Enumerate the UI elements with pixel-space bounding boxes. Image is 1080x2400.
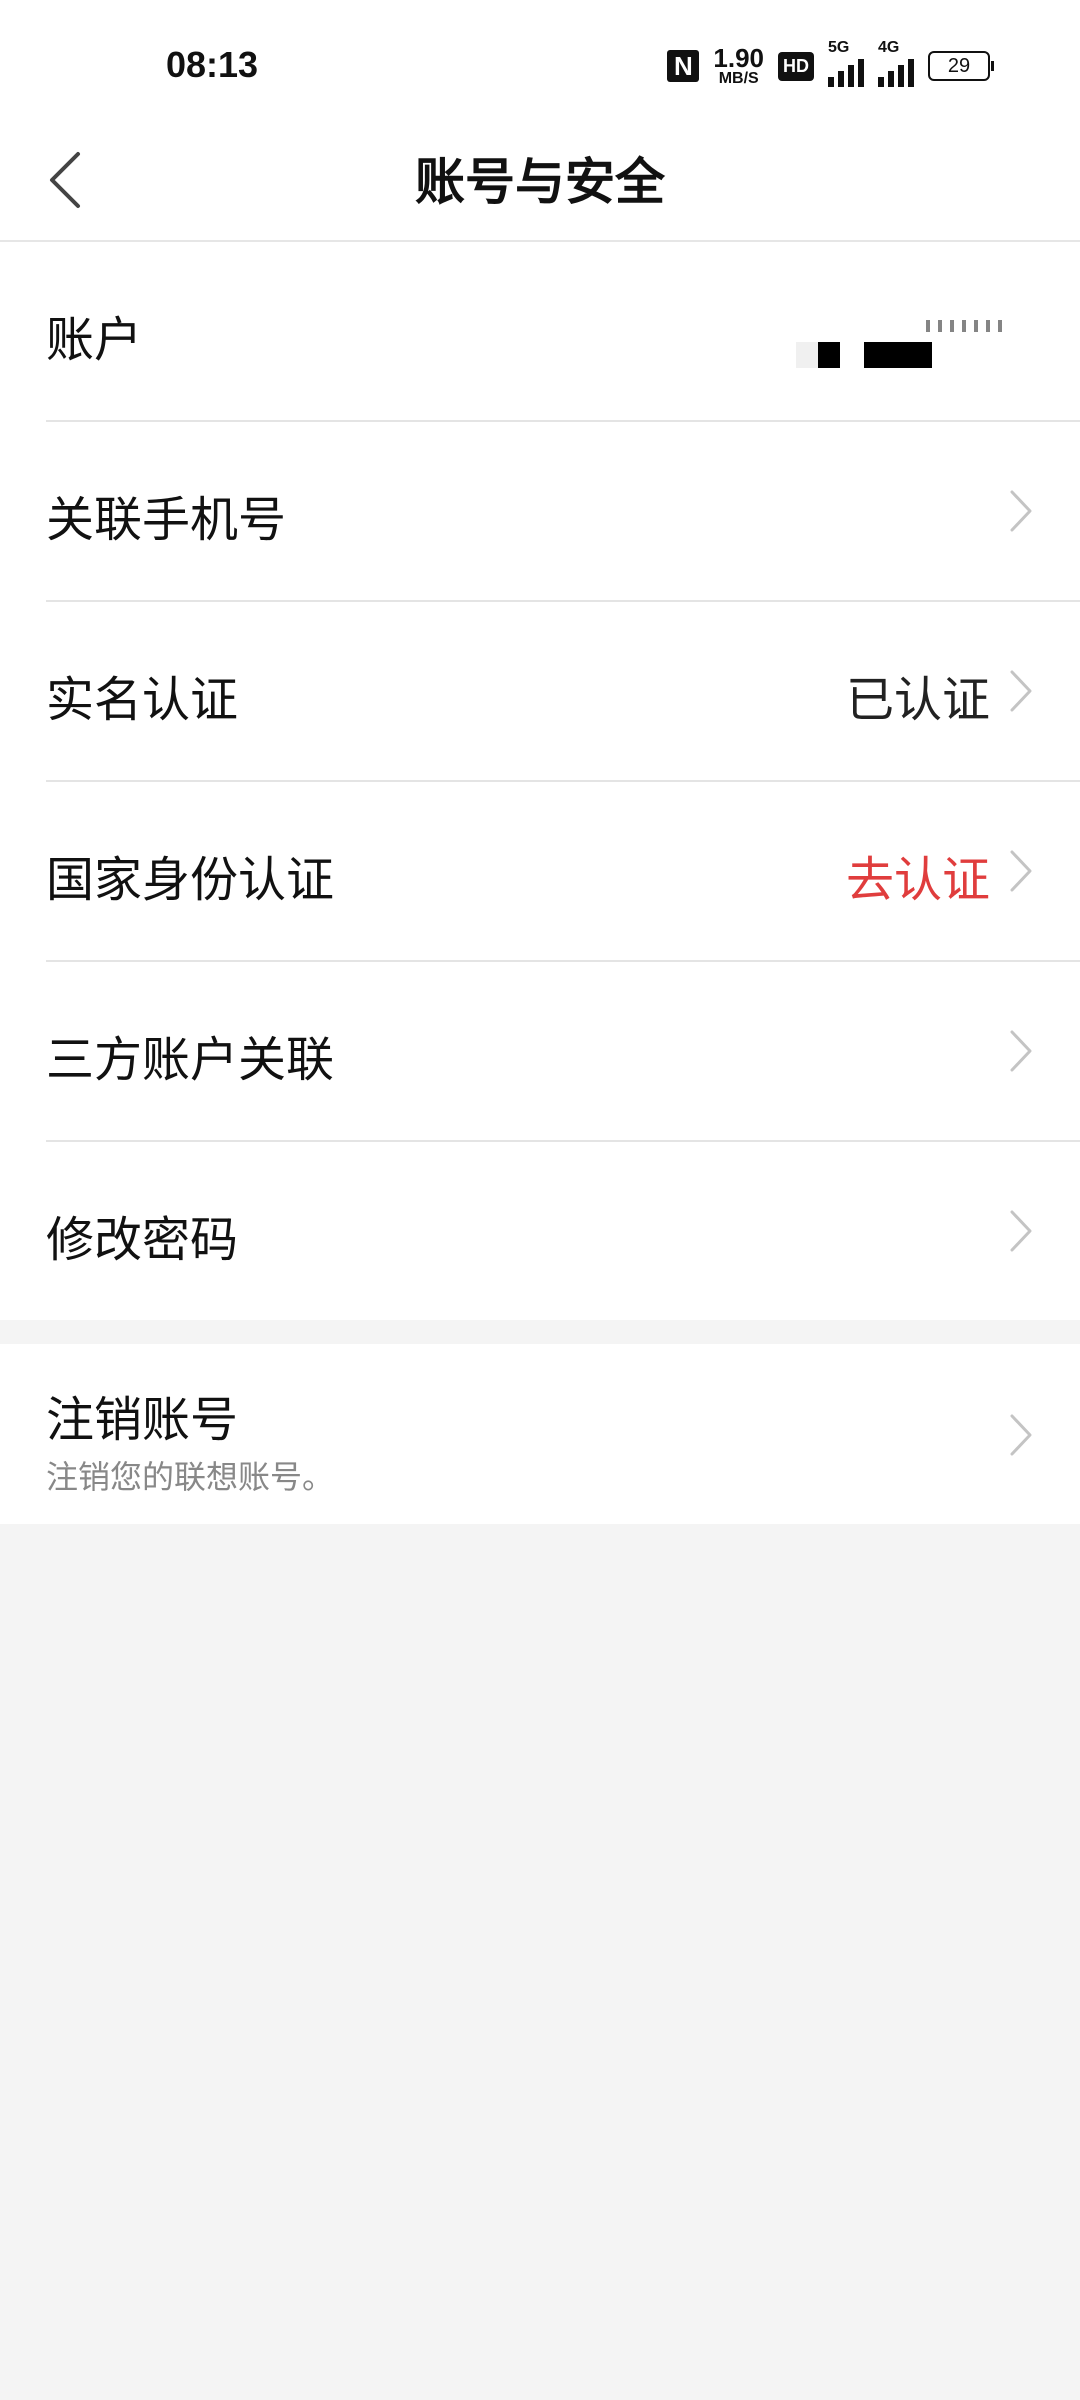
deactivate-account-label: 注销账号: [46, 1392, 239, 1448]
chevron-right-icon: [1010, 1210, 1032, 1252]
linked-phone-row[interactable]: 关联手机号: [46, 422, 1080, 602]
chevron-right-icon: [1010, 490, 1032, 532]
realname-verification-label: 实名认证: [46, 672, 239, 728]
chevron-right-icon: [1010, 1414, 1032, 1456]
chevron-right-icon: [1010, 1030, 1032, 1072]
network-speed-value: 1.90: [713, 43, 764, 73]
national-id-label: 国家身份认证: [46, 852, 335, 908]
change-password-row[interactable]: 修改密码: [46, 1142, 1080, 1320]
masked-account-value: [796, 312, 1026, 372]
settings-list: 账户 关联手机号 实名认证 已认证 国家身份认证 去认证 三方账户关联 修改密码: [0, 242, 1080, 1320]
change-password-label: 修改密码: [46, 1212, 239, 1268]
battery-icon: 29: [928, 51, 994, 81]
network-speed-unit: MB/S: [718, 70, 759, 87]
nfc-icon: N: [667, 50, 700, 82]
national-id-row[interactable]: 国家身份认证 去认证: [46, 782, 1080, 962]
page-title: 账号与安全: [415, 153, 665, 211]
hd-voice-icon: HD: [778, 51, 814, 81]
signal-5g-label: 5G: [828, 39, 850, 56]
network-speed: 1.90 MB/S: [713, 45, 764, 87]
realname-verification-row[interactable]: 实名认证 已认证: [46, 602, 1080, 782]
account-row[interactable]: 账户: [46, 242, 1080, 422]
status-icons: N 1.90 MB/S HD 5G 4G 29: [667, 39, 994, 88]
national-id-status: 去认证: [845, 852, 990, 908]
chevron-right-icon: [1010, 670, 1032, 712]
signal-5g-icon: 5G: [828, 39, 864, 87]
deactivate-account-row[interactable]: 注销账号 注销您的联想账号。: [0, 1344, 1080, 1524]
signal-4g-label: 4G: [878, 39, 900, 56]
third-party-accounts-row[interactable]: 三方账户关联: [46, 962, 1080, 1142]
linked-phone-label: 关联手机号: [46, 492, 287, 548]
third-party-accounts-label: 三方账户关联: [46, 1032, 335, 1088]
deactivate-account-subtitle: 注销您的联想账号。: [46, 1458, 335, 1496]
realname-status: 已认证: [845, 672, 990, 728]
status-time: 08:13: [166, 44, 259, 85]
status-bar: 08:13 N 1.90 MB/S HD 5G 4G 29: [0, 0, 1080, 120]
account-label: 账户: [46, 312, 143, 368]
nav-bar: 账号与安全: [0, 120, 1080, 242]
chevron-right-icon: [1010, 850, 1032, 892]
signal-4g-icon: 4G: [878, 39, 914, 87]
